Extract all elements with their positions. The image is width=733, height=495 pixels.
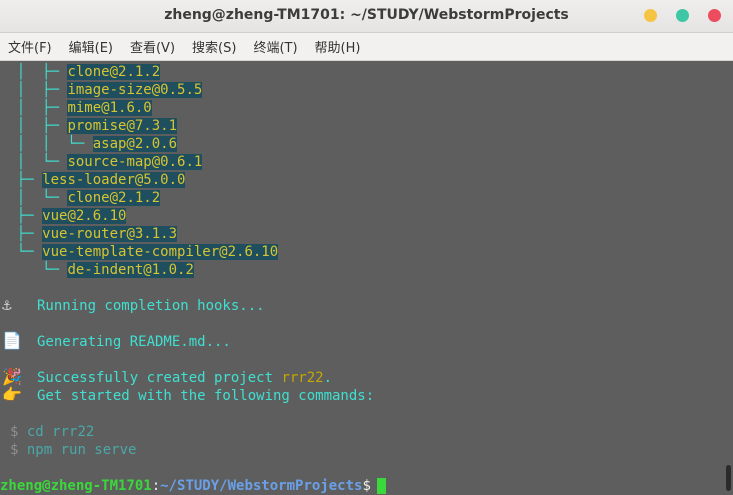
menu-help[interactable]: 帮助(H)	[315, 37, 361, 56]
pointing-hand-icon: 👉	[2, 385, 22, 404]
package-name: vue-template-compiler@2.6.10	[42, 244, 279, 260]
close-button[interactable]	[708, 9, 721, 22]
package-name: promise@7.3.1	[67, 118, 178, 134]
maximize-button[interactable]	[676, 9, 689, 22]
tree-line: │ ├─ clone@2.1.2	[0, 64, 161, 80]
tree-line: │ │ └─ asap@2.0.6	[0, 136, 178, 152]
tree-line: │ └─ source-map@0.6.1	[0, 154, 203, 170]
command-line: $ cd rrr22	[10, 424, 95, 440]
menu-search[interactable]: 搜索(S)	[192, 37, 236, 56]
hooks-message: Running completion hooks...	[37, 298, 265, 314]
minimize-button[interactable]	[644, 9, 657, 22]
document-icon: 📄	[2, 331, 22, 350]
package-name: mime@1.6.0	[67, 100, 152, 116]
command-cd: cd rrr22	[26, 424, 95, 440]
scroll-thumb[interactable]	[726, 465, 731, 491]
tree-line: ├─ vue-router@3.1.3	[0, 226, 178, 242]
tree-line: └─ de-indent@1.0.2	[0, 262, 194, 278]
get-started-message: Get started with the following commands:	[37, 388, 375, 404]
tree-line: │ ├─ image-size@0.5.5	[0, 82, 203, 98]
menu-terminal[interactable]: 终端(T)	[253, 37, 297, 56]
package-name: asap@2.0.6	[92, 136, 178, 152]
package-name: de-indent@1.0.2	[67, 262, 194, 278]
tree-line: │ └─ clone@2.1.2	[0, 190, 161, 206]
package-name: image-size@0.5.5	[67, 82, 203, 98]
success-message: Successfully created project rrr22.	[37, 370, 333, 386]
package-name: vue@2.6.10	[42, 208, 127, 224]
menu-view[interactable]: 查看(V)	[130, 37, 175, 56]
package-name: clone@2.1.2	[67, 64, 161, 80]
tree-line: │ ├─ mime@1.6.0	[0, 100, 152, 116]
readme-message: Generating README.md...	[37, 334, 231, 350]
command-serve: npm run serve	[26, 442, 137, 458]
project-name: rrr22	[281, 370, 324, 386]
menu-bar: 文件(F) 编辑(E) 查看(V) 搜索(S) 终端(T) 帮助(H)	[0, 33, 733, 61]
text-cursor	[376, 478, 386, 494]
package-name: source-map@0.6.1	[67, 154, 203, 170]
terminal-output[interactable]: │ ├─ clone@2.1.2 │ ├─ image-size@0.5.5 │…	[0, 62, 733, 495]
package-name: less-loader@5.0.0	[42, 172, 186, 188]
tree-line: ├─ less-loader@5.0.0	[0, 172, 186, 188]
shell-prompt[interactable]: zheng@zheng-TM1701:~/STUDY/WebstormProje…	[0, 477, 386, 495]
package-name: clone@2.1.2	[67, 190, 161, 206]
terminal-scrollbar[interactable]	[724, 62, 733, 495]
prompt-user: zheng@zheng-TM1701	[0, 478, 152, 494]
tree-line: └─ vue-template-compiler@2.6.10	[0, 244, 279, 260]
package-name: vue-router@3.1.3	[42, 226, 178, 242]
menu-file[interactable]: 文件(F)	[8, 37, 52, 56]
tree-line: │ ├─ promise@7.3.1	[0, 118, 178, 134]
prompt-path: ~/STUDY/WebstormProjects	[160, 478, 363, 494]
command-line: $ npm run serve	[10, 442, 137, 458]
window-title: zheng@zheng-TM1701: ~/STUDY/WebstormProj…	[164, 7, 569, 23]
party-popper-icon: 🎉	[2, 367, 22, 386]
title-bar: zheng@zheng-TM1701: ~/STUDY/WebstormProj…	[0, 0, 733, 33]
tree-line: ├─ vue@2.6.10	[0, 208, 127, 224]
menu-edit[interactable]: 编辑(E)	[69, 37, 113, 56]
anchor-icon: ⚓	[2, 295, 12, 314]
